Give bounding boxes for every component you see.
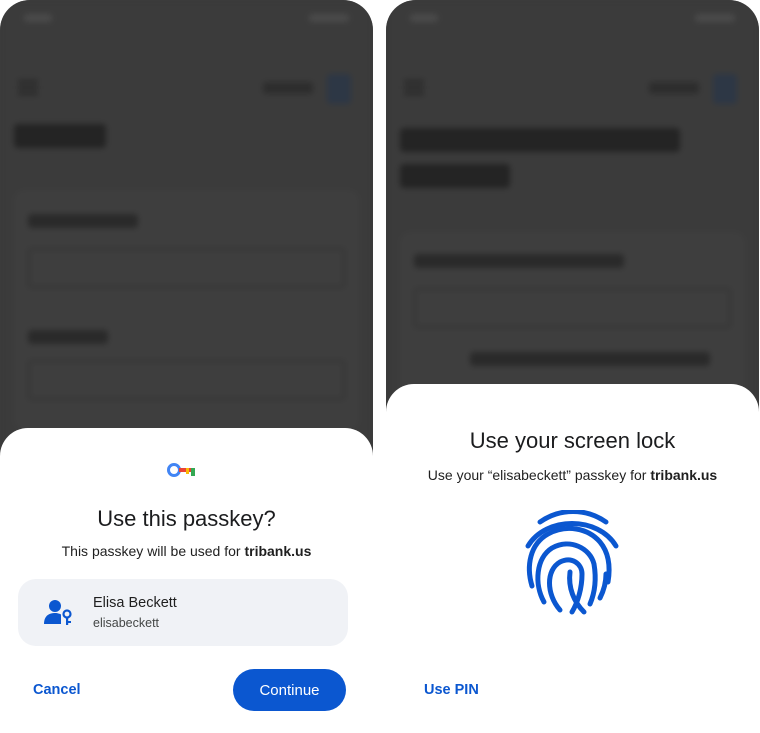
account-username: elisabeckett [93, 616, 160, 630]
sheet-subtitle: This passkey will be used for tribank.us [61, 543, 312, 559]
app-logo [713, 74, 737, 104]
fingerprint-icon[interactable] [524, 510, 620, 616]
screen-lock-bottom-sheet: Use your screen lock Use your “elisabeck… [386, 384, 759, 733]
app-logo [327, 74, 351, 104]
menu-icon [404, 80, 424, 96]
use-pin-button[interactable]: Use PIN [424, 682, 479, 698]
account-card[interactable]: Elisa Beckett elisabeckett [18, 579, 348, 646]
sheet-title: Use this passkey? [97, 506, 276, 531]
continue-button[interactable]: Continue [233, 669, 346, 711]
cancel-button[interactable]: Cancel [33, 682, 81, 698]
phone-screen-left: Use this passkey? This passkey will be u… [0, 0, 373, 733]
person-key-icon [44, 600, 72, 625]
phone-screen-right: Use your screen lock Use your “elisabeck… [386, 0, 759, 733]
passkey-bottom-sheet: Use this passkey? This passkey will be u… [0, 428, 373, 733]
account-name: Elisa Beckett [93, 595, 177, 611]
menu-icon [18, 80, 38, 96]
sheet-subtitle: Use your “elisabeckett” passkey for trib… [427, 467, 718, 483]
passkey-key-icon [167, 463, 195, 477]
sheet-title: Use your screen lock [469, 428, 676, 453]
